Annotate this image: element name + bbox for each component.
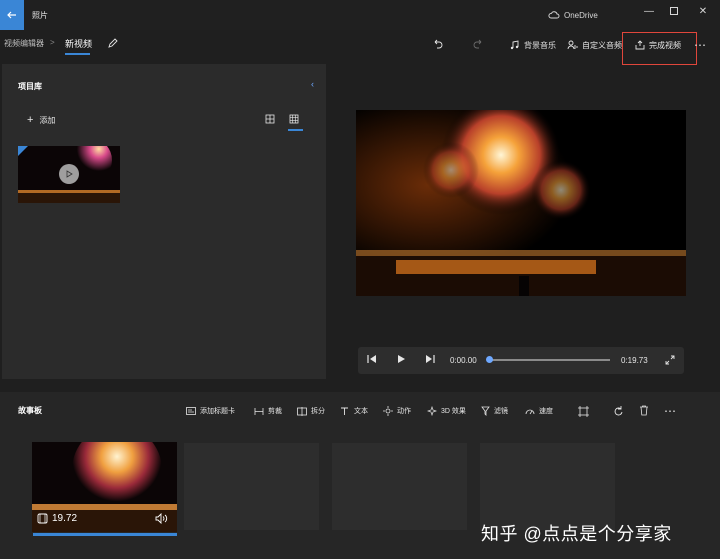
delete-icon[interactable] [639, 405, 649, 416]
rename-button[interactable] [107, 38, 118, 49]
app-title: 照片 [32, 11, 48, 20]
back-button[interactable] [0, 0, 24, 30]
title-bar [0, 0, 720, 30]
minimize-button[interactable]: — [636, 0, 662, 22]
add-button[interactable]: + 添加 [27, 114, 55, 126]
trim-label: 剪裁 [268, 408, 282, 415]
custom-audio-button[interactable]: 自定义音频 [567, 36, 622, 54]
custom-audio-label: 自定义音频 [582, 40, 622, 50]
seek-bar[interactable] [489, 359, 610, 361]
film-icon [37, 513, 48, 524]
speed-button[interactable]: 速度 [525, 406, 553, 416]
filters-button[interactable]: 滤镜 [481, 406, 508, 416]
current-time: 0:00.00 [450, 356, 477, 365]
redo-button[interactable] [473, 38, 484, 49]
music-note-icon [510, 40, 519, 50]
arrow-left-icon [7, 11, 16, 19]
large-grid-view-icon[interactable] [265, 114, 277, 126]
small-grid-view-icon[interactable] [289, 114, 301, 126]
clip-duration: 19.72 [37, 513, 77, 524]
project-library-panel [2, 64, 326, 379]
filter-icon [481, 406, 490, 416]
close-icon: ✕ [698, 5, 708, 17]
person-audio-icon [567, 40, 578, 50]
onedrive-status[interactable]: OneDrive [548, 10, 598, 20]
onedrive-label: OneDrive [564, 10, 598, 20]
trim-icon [254, 407, 264, 415]
finish-video-highlight [622, 32, 697, 65]
plus-icon: + [27, 114, 34, 126]
collapse-panel-icon[interactable]: ‹ [311, 79, 314, 89]
more-options-icon[interactable]: ⋯ [694, 38, 706, 52]
play-button-icon[interactable] [397, 354, 406, 364]
total-time: 0:19.73 [621, 356, 648, 365]
maximize-icon [670, 7, 678, 15]
undo-button[interactable] [432, 38, 443, 49]
skip-back-icon[interactable] [366, 354, 377, 364]
split-label: 拆分 [311, 408, 325, 415]
speed-label: 速度 [539, 408, 553, 415]
text-icon [341, 407, 348, 415]
split-icon [297, 406, 307, 416]
skip-forward-icon[interactable] [425, 354, 436, 364]
rotate-icon[interactable] [613, 406, 624, 417]
3d-effects-button[interactable]: 3D 效果 [427, 406, 466, 416]
background-music-button[interactable]: 背景音乐 [510, 36, 556, 54]
clip-duration-label: 19.72 [52, 513, 78, 524]
motion-button[interactable]: 动作 [383, 406, 411, 416]
maximize-button[interactable] [661, 0, 687, 22]
split-button[interactable]: 拆分 [297, 406, 325, 416]
close-button[interactable]: ✕ [690, 0, 716, 22]
background-music-label: 背景音乐 [524, 40, 556, 50]
text-button[interactable]: 文本 [340, 406, 368, 416]
selected-corner-marker [18, 146, 28, 156]
watermark-text: 知乎 @点点是个分享家 [481, 524, 672, 544]
filters-label: 滤镜 [494, 408, 508, 415]
cloud-sync-icon [548, 11, 560, 19]
play-icon[interactable] [59, 164, 79, 184]
storyboard-title: 故事板 [18, 406, 42, 415]
add-label: 添加 [39, 115, 56, 125]
seek-thumb[interactable] [485, 356, 493, 363]
title-card-icon [186, 407, 196, 415]
motion-label: 动作 [397, 408, 411, 415]
fullscreen-icon[interactable] [665, 355, 675, 365]
storyboard-empty-slot[interactable] [480, 443, 615, 530]
pencil-icon [108, 38, 118, 48]
breadcrumb-separator: > [50, 38, 55, 47]
clip-volume-icon[interactable] [155, 513, 169, 524]
redo-icon [473, 39, 482, 49]
motion-icon [383, 406, 393, 416]
breadcrumb-underline [65, 53, 90, 55]
add-title-card-button[interactable]: 添加标题卡 [186, 406, 235, 416]
storyboard-empty-slot[interactable] [332, 443, 467, 530]
speed-icon [525, 409, 535, 414]
add-title-card-label: 添加标题卡 [200, 408, 235, 415]
breadcrumb-current: 新视频 [65, 39, 93, 49]
minimize-icon: — [644, 5, 654, 17]
3d-effects-icon [427, 406, 437, 416]
storyboard-empty-slot[interactable] [184, 443, 319, 530]
view-selection-underline [288, 129, 303, 131]
undo-icon [434, 39, 443, 49]
clip-selection-bar [33, 533, 177, 536]
video-preview [356, 110, 686, 296]
crop-icon[interactable] [578, 406, 589, 417]
trim-button[interactable]: 剪裁 [254, 406, 282, 416]
breadcrumb-root[interactable]: 视频编辑器 [4, 38, 44, 49]
3d-effects-label: 3D 效果 [441, 408, 466, 415]
storyboard-more-icon[interactable]: ⋯ [664, 404, 676, 418]
project-library-title: 项目库 [18, 82, 42, 91]
text-label: 文本 [354, 408, 368, 415]
